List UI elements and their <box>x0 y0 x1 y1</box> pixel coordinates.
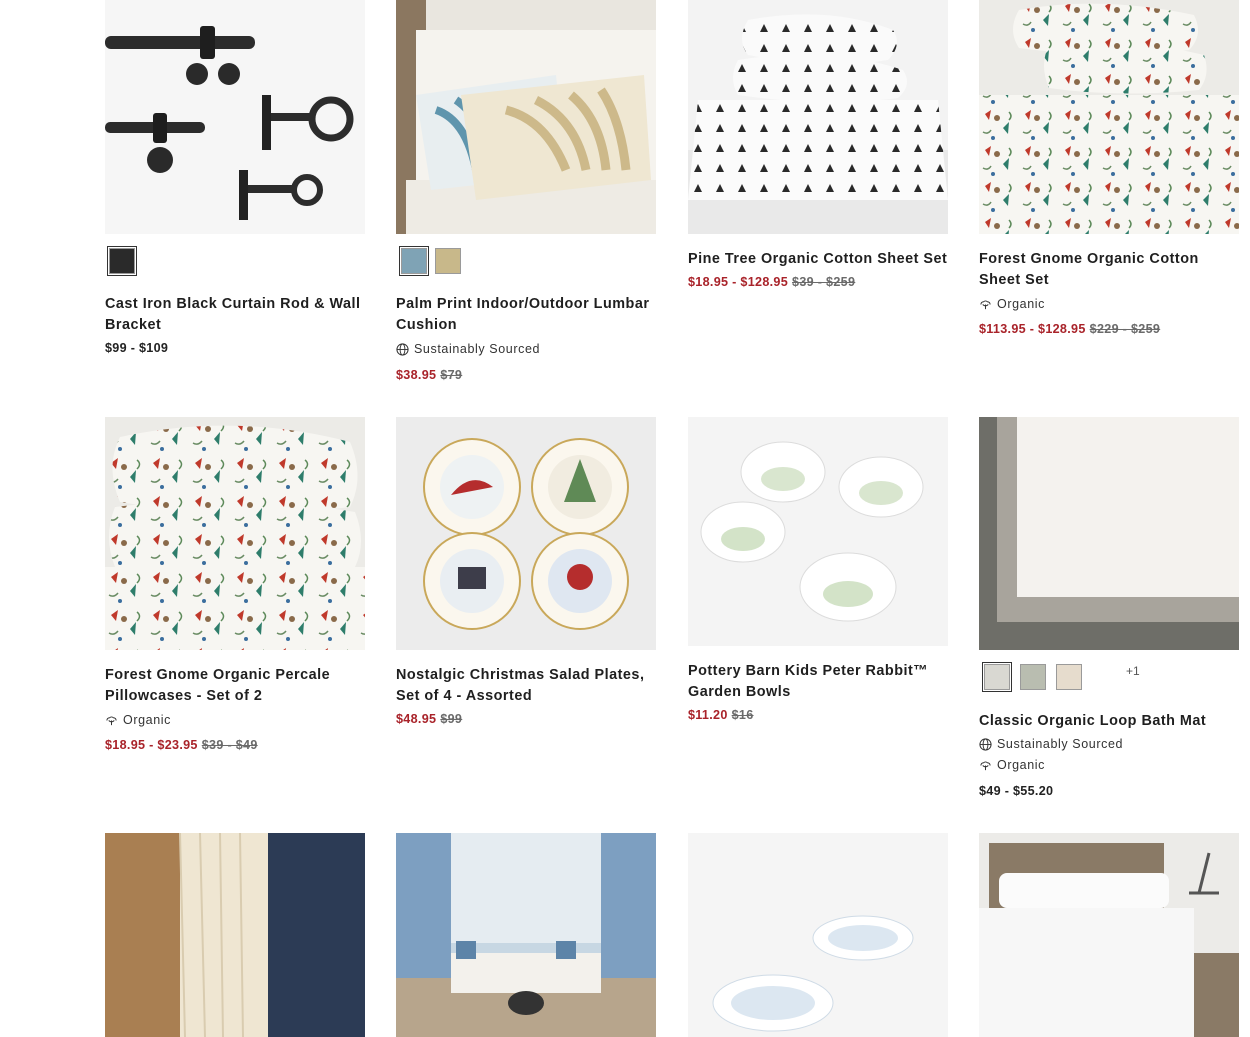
product-title-line: Pine Tree Organic Cotton Sheet Set <box>688 251 948 267</box>
product-title[interactable]: Pottery Barn Kids Peter Rabbit™ Garden B… <box>688 661 958 703</box>
product-image-pine-tree-sheets[interactable] <box>688 0 948 234</box>
product-price: $38.95 $79 <box>396 368 462 382</box>
cotton-leaf-icon <box>980 300 991 309</box>
product-price: $99 - $109 <box>105 341 168 355</box>
color-swatch-sage[interactable] <box>1020 664 1046 690</box>
original-price: $79 <box>440 368 463 382</box>
product-title-line: Garden Bowls <box>688 684 791 700</box>
sale-price: $38.95 <box>396 368 437 382</box>
original-price: $39 - $49 <box>201 738 258 752</box>
sale-price: $48.95 <box>396 712 437 726</box>
color-swatch-black[interactable] <box>107 246 137 276</box>
sustainably-sourced-tag: Sustainably Sourced <box>396 342 540 356</box>
sale-price: $11.20 <box>688 708 728 722</box>
product-price: $49 - $55.20 <box>979 784 1053 798</box>
organic-tag: Organic <box>979 297 1045 311</box>
product-title-line: Classic Organic Loop Bath Mat <box>979 713 1207 729</box>
tag-label: Organic <box>997 297 1045 311</box>
sale-price: $18.95 - $128.95 <box>688 275 789 289</box>
color-swatch-blue-palm[interactable] <box>399 246 429 276</box>
product-title[interactable]: Forest Gnome Organic Cotton Sheet Set <box>979 249 1249 291</box>
tag-label: Organic <box>997 758 1045 772</box>
product-image-lumbar-cushion[interactable] <box>396 0 656 234</box>
product-title-line: Forest Gnome Organic Cotton <box>979 251 1199 267</box>
color-swatch-tan-palm[interactable] <box>435 248 461 274</box>
original-price: $16 <box>731 708 754 722</box>
product-price: $18.95 - $23.95 $39 - $49 <box>105 738 258 752</box>
cotton-leaf-icon <box>980 761 991 770</box>
price-range: $99 - $109 <box>105 341 169 355</box>
product-image-curtain-rod[interactable] <box>105 0 365 234</box>
organic-tag: Organic <box>105 713 171 727</box>
product-image-gnome-pillowcases[interactable] <box>105 417 365 650</box>
globe-icon <box>396 342 409 356</box>
product-title-line: Pillowcases - Set of 2 <box>105 688 263 704</box>
product-title-line: Palm Print Indoor/Outdoor Lumbar <box>396 296 650 312</box>
product-title[interactable]: Cast Iron Black Curtain Rod & Wall Brack… <box>105 294 375 336</box>
product-title-line: Cushion <box>396 317 458 333</box>
original-price: $229 - $259 <box>1089 322 1161 336</box>
product-title-line: Forest Gnome Organic Percale <box>105 667 331 683</box>
product-title-line: Pottery Barn Kids Peter Rabbit™ <box>688 663 929 679</box>
color-swatch-white[interactable] <box>982 662 1012 692</box>
sale-price: $18.95 - $23.95 <box>105 738 198 752</box>
more-swatches-count[interactable]: +1 <box>1126 664 1140 678</box>
product-image-outdoor-lounge[interactable] <box>396 833 656 1037</box>
cotton-leaf-icon <box>106 716 117 725</box>
organic-tag: Organic <box>979 758 1045 772</box>
product-price: $48.95 $99 <box>396 712 462 726</box>
tag-label: Sustainably Sourced <box>997 737 1124 751</box>
product-price: $18.95 - $128.95 $39 - $259 <box>688 275 855 289</box>
tag-label: Sustainably Sourced <box>414 342 541 356</box>
tag-label: Organic <box>123 713 171 727</box>
sustainably-sourced-tag: Sustainably Sourced <box>979 737 1123 751</box>
product-image-serving-bowls[interactable] <box>688 833 948 1037</box>
color-swatch-flax[interactable] <box>1056 664 1082 690</box>
original-price: $99 <box>440 712 463 726</box>
product-title-line: Sheet Set <box>979 272 1050 288</box>
product-price: $113.95 - $128.95 $229 - $259 <box>979 322 1160 336</box>
product-image-christmas-plates[interactable] <box>396 417 656 650</box>
product-title[interactable]: Classic Organic Loop Bath Mat <box>979 711 1249 732</box>
product-title-line: Bracket <box>105 317 162 333</box>
product-image-gnome-sheet-set[interactable] <box>979 0 1239 234</box>
original-price: $39 - $259 <box>792 275 856 289</box>
product-image-bath-mat[interactable] <box>979 417 1239 650</box>
product-title[interactable]: Pine Tree Organic Cotton Sheet Set <box>688 249 958 270</box>
product-image-peter-rabbit-bowls[interactable] <box>688 417 948 646</box>
product-title-line: Set of 4 - Assorted <box>396 688 533 704</box>
product-price: $11.20 $16 <box>688 708 754 722</box>
product-title[interactable]: Palm Print Indoor/Outdoor Lumbar Cushion <box>396 294 666 336</box>
price-range: $49 - $55.20 <box>979 784 1054 798</box>
product-title[interactable]: Nostalgic Christmas Salad Plates, Set of… <box>396 665 666 707</box>
product-image-white-quilt[interactable] <box>979 833 1239 1037</box>
globe-icon <box>979 737 992 751</box>
product-image-throws[interactable] <box>105 833 365 1037</box>
sale-price: $113.95 - $128.95 <box>979 322 1086 336</box>
product-title[interactable]: Forest Gnome Organic Percale Pillowcases… <box>105 665 375 707</box>
product-title-line: Nostalgic Christmas Salad Plates, <box>396 667 645 683</box>
product-title-line: Cast Iron Black Curtain Rod & Wall <box>105 296 361 312</box>
